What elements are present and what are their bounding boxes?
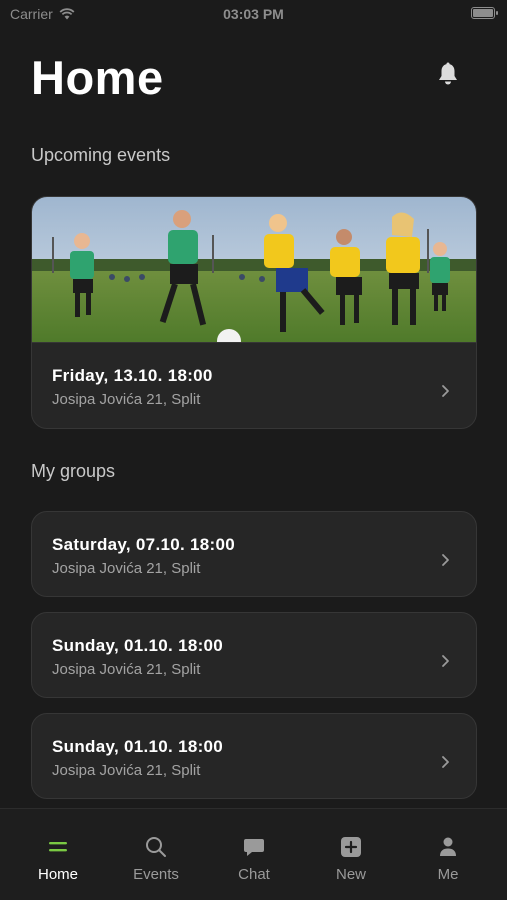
upcoming-event-card[interactable]: Friday, 13.10. 18:00 Josipa Jovića 21, S… <box>31 196 477 429</box>
my-groups-heading: My groups <box>31 461 116 481</box>
person-icon <box>398 835 498 859</box>
battery-icon <box>471 7 498 19</box>
tab-new-label: New <box>335 866 366 883</box>
group-card[interactable]: Sunday, 01.10. 18:00 Josipa Jovića 21, S… <box>31 612 477 698</box>
chevron-right-icon <box>442 385 449 397</box>
tab-chat-label: Chat <box>238 866 270 883</box>
plus-square-icon <box>301 835 401 859</box>
tab-bar: Home Events Chat New Me <box>0 808 507 900</box>
tab-chat[interactable]: Chat <box>204 809 304 900</box>
status-bar: Carrier 03:03 PM <box>0 0 507 28</box>
tab-home[interactable]: Home <box>8 809 108 900</box>
chevron-right-icon <box>442 756 449 768</box>
tab-me[interactable]: Me <box>398 809 498 900</box>
group-location: Josipa Jovića 21, Split <box>52 762 201 779</box>
tab-home-label: Home <box>37 866 78 883</box>
group-card[interactable]: Sunday, 01.10. 18:00 Josipa Jovića 21, S… <box>31 713 477 799</box>
notifications-button[interactable] <box>432 58 464 90</box>
group-date: Saturday, 07.10. 18:00 <box>52 535 235 554</box>
tab-events[interactable]: Events <box>106 809 206 900</box>
event-photo <box>32 197 476 343</box>
chat-icon <box>204 835 304 859</box>
tab-me-label: Me <box>437 866 459 883</box>
group-card[interactable]: Saturday, 07.10. 18:00 Josipa Jovića 21,… <box>31 511 477 597</box>
search-icon <box>106 835 206 859</box>
event-location: Josipa Jovića 21, Split <box>52 391 201 408</box>
tab-new[interactable]: New <box>301 809 401 900</box>
chevron-right-icon <box>442 655 449 667</box>
tab-events-label: Events <box>133 866 179 883</box>
bell-icon <box>439 62 457 85</box>
group-date: Sunday, 01.10. 18:00 <box>52 636 224 655</box>
menu-icon <box>8 835 108 859</box>
group-date: Sunday, 01.10. 18:00 <box>52 737 224 756</box>
event-date: Friday, 13.10. 18:00 <box>52 366 213 385</box>
status-time: 03:03 PM <box>223 6 284 22</box>
group-location: Josipa Jovića 21, Split <box>52 661 201 678</box>
group-location: Josipa Jovića 21, Split <box>52 560 201 577</box>
page-title: Home <box>31 51 164 104</box>
chevron-right-icon <box>442 554 449 566</box>
upcoming-events-heading: Upcoming events <box>31 145 171 165</box>
